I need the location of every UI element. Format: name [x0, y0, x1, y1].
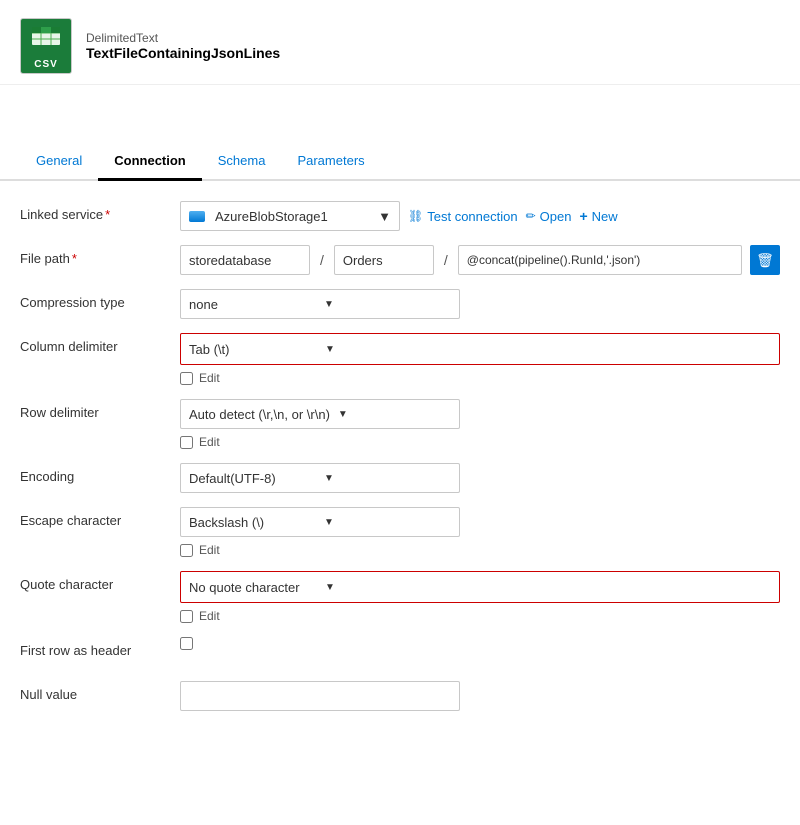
test-connection-link[interactable]: ⛓ Test connection [408, 209, 518, 224]
escape-character-edit-checkbox[interactable] [180, 544, 193, 557]
encoding-caret-icon: ▼ [324, 473, 451, 484]
row-delimiter-edit-row: Edit [180, 433, 780, 451]
file-path-row: File path* / / @concat(pipeline().RunId,… [20, 245, 780, 277]
filepath-part2-input[interactable] [334, 245, 434, 275]
filepath-sep2: / [442, 252, 450, 268]
open-link[interactable]: ✏ Open [526, 209, 572, 224]
header-text: DelimitedText TextFileContainingJsonLine… [86, 31, 280, 61]
escape-character-row: Escape character Backslash (\) ▼ Edit [20, 507, 780, 559]
escape-character-edit-label: Edit [199, 543, 220, 557]
column-delimiter-row: Column delimiter Tab (\t) ▼ Edit [20, 333, 780, 387]
encoding-row: Encoding Default(UTF-8) ▼ [20, 463, 780, 495]
quote-character-label: Quote character [20, 571, 180, 592]
tab-parameters[interactable]: Parameters [281, 145, 380, 181]
filepath-delete-button[interactable]: 🗑 [750, 245, 780, 275]
null-value-row: Null value [20, 681, 780, 713]
compression-type-label: Compression type [20, 289, 180, 310]
file-path-label: File path* [20, 245, 180, 266]
row-delimiter-caret-icon: ▼ [338, 409, 451, 420]
first-row-header-label: First row as header [20, 637, 180, 658]
linked-service-value: AzureBlobStorage1 [215, 209, 372, 224]
column-delimiter-label: Column delimiter [20, 333, 180, 354]
row-delimiter-edit-label: Edit [199, 435, 220, 449]
quote-character-row: Quote character No quote character ▼ Edi… [20, 571, 780, 625]
column-delimiter-edit-checkbox[interactable] [180, 372, 193, 385]
null-value-controls [180, 681, 780, 711]
plus-icon: + [579, 208, 587, 224]
encoding-controls: Default(UTF-8) ▼ [180, 463, 780, 493]
header-area: CSV DelimitedText TextFileContainingJson… [0, 0, 800, 85]
pencil-icon: ✏ [526, 209, 536, 223]
linked-service-label: Linked service* [20, 201, 180, 222]
quote-character-edit-label: Edit [199, 609, 220, 623]
filepath-part1-input[interactable] [180, 245, 310, 275]
filepath-formula-display: @concat(pipeline().RunId,'.json') [458, 245, 742, 275]
escape-character-select[interactable]: Backslash (\) ▼ [180, 507, 460, 537]
escape-character-controls: Backslash (\) ▼ Edit [180, 507, 780, 559]
csv-label: CSV [21, 57, 71, 73]
encoding-label: Encoding [20, 463, 180, 484]
quote-character-caret-icon: ▼ [325, 582, 453, 593]
escape-character-caret-icon: ▼ [324, 517, 451, 528]
linked-service-row: Linked service* AzureBlobStorage1 ▼ ⛓ Te… [20, 201, 780, 233]
content-area: Linked service* AzureBlobStorage1 ▼ ⛓ Te… [0, 181, 800, 745]
linked-service-select[interactable]: AzureBlobStorage1 ▼ [180, 201, 400, 231]
quote-character-highlight: No quote character ▼ [180, 571, 780, 603]
tabs-area: General Connection Schema Parameters [0, 145, 800, 181]
file-path-controls: / / @concat(pipeline().RunId,'.json') 🗑 [180, 245, 780, 275]
compression-type-controls: none ▼ [180, 289, 780, 319]
quote-character-select[interactable]: No quote character ▼ [181, 572, 461, 602]
linked-service-controls: AzureBlobStorage1 ▼ ⛓ Test connection ✏ … [180, 201, 780, 231]
escape-character-label: Escape character [20, 507, 180, 528]
column-delimiter-caret-icon: ▼ [325, 344, 453, 355]
quote-character-edit-row: Edit [180, 607, 780, 625]
tab-general[interactable]: General [20, 145, 98, 181]
compression-type-row: Compression type none ▼ [20, 289, 780, 321]
tab-connection[interactable]: Connection [98, 145, 202, 181]
first-row-header-controls [180, 637, 780, 650]
tab-schema[interactable]: Schema [202, 145, 282, 181]
dataset-type: DelimitedText [86, 31, 280, 45]
row-delimiter-select[interactable]: Auto detect (\r,\n, or \r\n) ▼ [180, 399, 460, 429]
row-delimiter-row: Row delimiter Auto detect (\r,\n, or \r\… [20, 399, 780, 451]
encoding-select[interactable]: Default(UTF-8) ▼ [180, 463, 460, 493]
trash-icon: 🗑 [756, 252, 774, 269]
row-delimiter-edit-checkbox[interactable] [180, 436, 193, 449]
csv-file-icon: CSV [20, 18, 72, 74]
quote-character-controls: No quote character ▼ Edit [180, 571, 780, 625]
column-delimiter-controls: Tab (\t) ▼ Edit [180, 333, 780, 387]
filepath-sep1: / [318, 252, 326, 268]
dataset-name: TextFileContainingJsonLines [86, 45, 280, 61]
chain-icon: ⛓ [408, 209, 423, 223]
first-row-header-row: First row as header [20, 637, 780, 669]
column-delimiter-select[interactable]: Tab (\t) ▼ [181, 334, 461, 364]
row-delimiter-controls: Auto detect (\r,\n, or \r\n) ▼ Edit [180, 399, 780, 451]
column-delimiter-edit-label: Edit [199, 371, 220, 385]
quote-character-edit-checkbox[interactable] [180, 610, 193, 623]
new-link[interactable]: + New [579, 208, 617, 224]
column-delimiter-edit-row: Edit [180, 369, 780, 387]
first-row-header-checkbox[interactable] [180, 637, 193, 650]
null-value-input[interactable] [180, 681, 460, 711]
row-delimiter-label: Row delimiter [20, 399, 180, 420]
storage-icon [189, 211, 205, 222]
null-value-label: Null value [20, 681, 180, 702]
column-delimiter-highlight: Tab (\t) ▼ [180, 333, 780, 365]
linked-service-caret: ▼ [378, 209, 391, 224]
page-container: CSV DelimitedText TextFileContainingJson… [0, 0, 800, 825]
compression-caret-icon: ▼ [324, 299, 451, 310]
compression-type-select[interactable]: none ▼ [180, 289, 460, 319]
escape-character-edit-row: Edit [180, 541, 780, 559]
